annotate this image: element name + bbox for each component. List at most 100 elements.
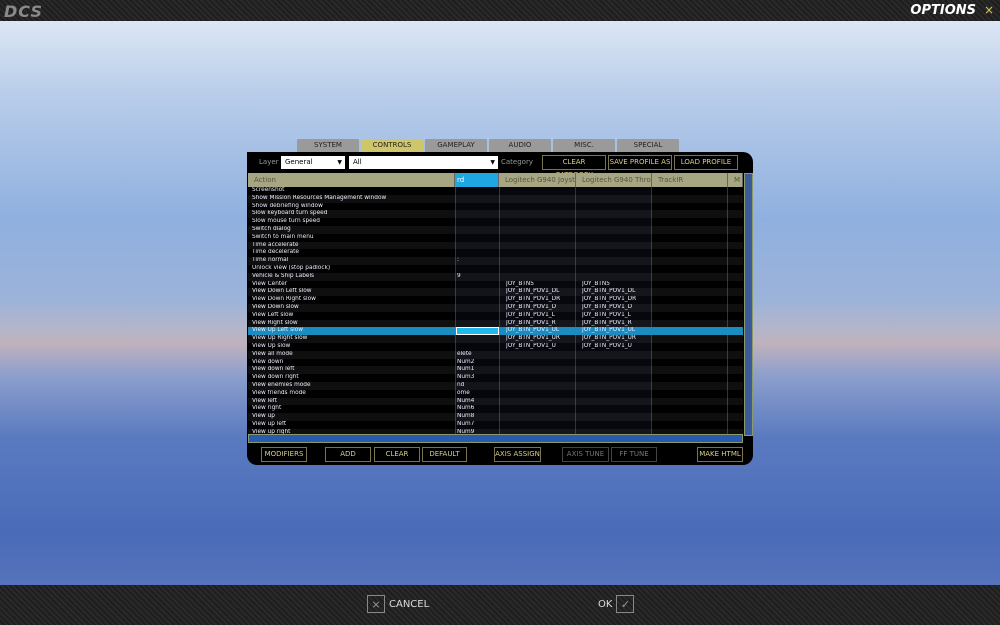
column-header-keyboard[interactable]: rd [455,173,499,187]
table-row[interactable]: View Up Right slow JOY_BTN_POV1_UR JOY_BTN… [248,335,743,343]
category-filter-select[interactable]: All ▼ [349,156,498,169]
column-header-action[interactable]: Action [248,173,455,187]
column-header-trackir[interactable]: TrackIR [652,173,728,187]
throttle-cell: JOY_BTN_POV1_UL [582,327,636,334]
action-cell: View Up slow [252,343,291,349]
controls-toolbar: Layer General ▼ All ▼ Category CLEAR CATEG… [247,152,753,179]
table-row[interactable]: View Down Left slow JOY_BTN_POV1_DL JOY_BT… [248,288,743,297]
table-row[interactable]: Screenshot [248,187,743,195]
title-bar: DCS OPTIONS × [0,0,1000,21]
action-cell: View Down slow [252,304,299,310]
close-icon[interactable]: × [984,3,994,17]
action-cell: View Center [252,280,288,287]
table-row[interactable]: View up left Num7 [248,421,743,429]
tab-audio[interactable]: AUDIO [489,139,551,152]
checkmark-icon: ✓ [616,595,635,613]
table-row[interactable]: View right Num6 [248,405,743,413]
keyboard-cell: Num7 [457,421,475,427]
axis-assign-button[interactable]: AXIS ASSIGN [494,447,541,462]
action-cell: View Up Left slow [252,327,304,334]
action-cell: Slow mouse turn speed [252,218,320,225]
table-row[interactable]: View Center JOY_BTN5 JOY_BTN5 [248,281,743,289]
ok-button[interactable]: OK ✓ [598,595,635,613]
controls-panel: Layer General ▼ All ▼ Category CLEAR CATEG… [247,152,753,465]
category-label: Category [501,158,533,166]
table-row[interactable]: Time decelerate [248,249,743,257]
table-row[interactable]: Unlock view (stop padlock) [248,265,743,273]
action-cell: View Right slow [252,319,298,326]
table-row[interactable]: View down left Num1 [248,366,743,375]
modifiers-button[interactable]: MODIFIERS [261,447,307,462]
table-row[interactable]: View all mode elete [248,350,743,359]
table-row[interactable]: View down right Num3 [248,374,743,382]
tab-gameplay[interactable]: GAMEPLAY [425,139,487,152]
load-profile-button[interactable]: LOAD PROFILE [674,155,738,170]
selected-cell[interactable] [456,327,499,336]
add-button[interactable]: ADD [325,447,371,462]
category-filter-value: All [353,158,362,166]
page-title: OPTIONS [910,3,976,18]
table-row[interactable]: View Right slow JOY_BTN_POV1_R JOY_BTN_POV… [248,319,743,328]
tab-misc[interactable]: MISC. [553,139,615,152]
horizontal-scrollbar[interactable] [248,434,743,443]
column-header-mouse[interactable]: M [728,173,743,187]
make-html-button[interactable]: MAKE HTML [697,447,743,462]
column-header-joystick[interactable]: Logitech G940 Joyst [499,173,576,187]
ok-label: OK [598,598,613,610]
action-cell: View enemies mode [252,382,311,388]
ff-tune-button[interactable]: FF TUNE [611,447,657,462]
table-row[interactable]: Slow keyboard turn speed [248,210,743,219]
action-cell: View down right [252,374,299,381]
table-row[interactable]: Switch dialog [248,226,743,234]
joystick-cell: JOY_BTN_POV1_L [506,311,555,318]
action-cell: Slow keyboard turn speed [252,210,328,217]
tab-system[interactable]: SYSTEM [297,139,359,152]
action-cell: View Left slow [252,311,294,318]
column-header-throttle[interactable]: Logitech G940 Throt [576,173,652,187]
keyboard-cell: elete [457,350,472,357]
vertical-scrollbar[interactable] [744,173,753,436]
table-row[interactable]: Slow mouse turn speed [248,218,743,226]
table-row[interactable]: View Down Right slow JOY_BTN_POV1_DR JOY_B… [248,296,743,304]
table-row[interactable]: Show Mission Resources Management window [248,194,743,203]
table-row[interactable]: Vehicle & Ship Labels 9 [248,272,743,281]
table-row[interactable]: View enemies mode nd [248,382,743,390]
table-body: Screenshot Show Mission Resources Managem… [248,187,743,436]
clear-category-button[interactable]: CLEAR CATEGORY [542,155,606,179]
table-row[interactable]: Time normal: [248,257,743,265]
table-row[interactable]: Time accelerate [248,241,743,250]
action-cell: View Down Left slow [252,288,312,295]
action-cell: Unlock view (stop padlock) [252,265,331,271]
dcs-logo: DCS [4,2,43,21]
table-row[interactable]: View Up Left slow JOY_BTN_POV1_UL JOY_BTN_… [248,327,743,336]
table-row[interactable]: View friends mode ome [248,390,743,398]
save-profile-as-button[interactable]: SAVE PROFILE AS [608,155,672,170]
layer-select[interactable]: General ▼ [281,156,345,169]
keyboard-cell: Num3 [457,374,475,381]
throttle-cell: JOY_BTN_POV1_DR [582,296,637,303]
action-cell: View down left [252,366,295,373]
keyboard-cell: Num1 [457,366,475,373]
action-cell: Show debriefing window [252,202,323,209]
tab-controls[interactable]: CONTROLS [361,139,423,152]
table-row[interactable]: Show debriefing window [248,203,743,211]
keyboard-cell: 9 [457,272,461,279]
axis-tune-button[interactable]: AXIS TUNE [562,447,609,462]
table-row[interactable]: View Up slow JOY_BTN_POV1_U JOY_BTN_POV1_U [248,343,743,351]
table-row[interactable]: View down Num2 [248,359,743,367]
throttle-cell: JOY_BTN_POV1_UR [582,335,636,342]
action-cell: View friends mode [252,389,306,396]
table-row[interactable]: View Left slow JOY_BTN_POV1_L JOY_BTN_POV1… [248,312,743,320]
table-row[interactable]: Switch to main menu [248,234,743,242]
action-cell: View Up Right slow [252,335,308,342]
action-cell: Vehicle & Ship Labels [252,272,315,279]
keyboard-cell: Num8 [457,413,475,420]
default-button[interactable]: DEFAULT [422,447,467,462]
table-row[interactable]: View up Num8 [248,413,743,421]
table-row[interactable]: View Down slow JOY_BTN_POV1_D JOY_BTN_POV1… [248,304,743,312]
table-row[interactable]: View left Num4 [248,397,743,406]
keyboard-cell: Num6 [457,405,475,412]
tab-special[interactable]: SPECIAL [617,139,679,152]
cancel-button[interactable]: × CANCEL [367,595,429,613]
clear-button[interactable]: CLEAR [374,447,420,462]
